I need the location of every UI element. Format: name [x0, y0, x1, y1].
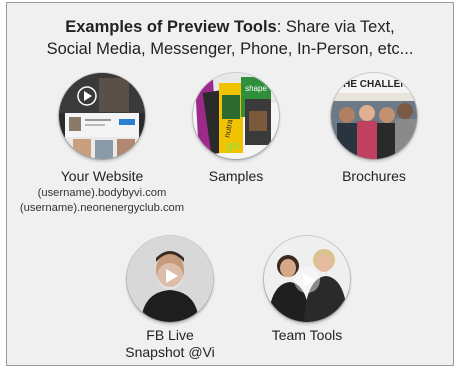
pack-label-3: go — [226, 140, 240, 152]
fb-live-image — [127, 236, 213, 322]
samples-image: nutra shape go — [193, 73, 279, 159]
panel-heading: Examples of Preview Tools: Share via Tex… — [7, 16, 453, 60]
heading-line2: Social Media, Messenger, Phone, In-Perso… — [46, 40, 414, 58]
brochures-thumbnail[interactable]: THE CHALLEN — [331, 73, 417, 159]
website-thumbnail[interactable] — [59, 73, 145, 159]
pack-label-1: shape — [245, 84, 267, 93]
website-url-2: (username).neonenergyclub.com — [19, 202, 185, 214]
fb-live-label-line2: Snapshot @Vi — [125, 344, 215, 360]
brochure-banner: THE CHALLEN — [337, 79, 408, 90]
preview-tools-panel: Examples of Preview Tools: Share via Tex… — [6, 2, 454, 366]
team-tools-label: Team Tools — [271, 327, 343, 343]
fb-live-thumbnail[interactable] — [127, 236, 213, 322]
website-url-1: (username).bodybyvi.com — [37, 187, 167, 199]
fb-live-label-line1: FB Live — [146, 327, 194, 343]
team-tools-thumbnail[interactable] — [264, 236, 350, 322]
brochures-label: Brochures — [342, 168, 406, 184]
heading-bold: Examples of Preview Tools — [65, 18, 277, 36]
team-tools-image — [264, 236, 350, 322]
fb-live-label: FB Live Snapshot @Vi — [109, 327, 231, 361]
website-label: Your Website — [60, 168, 144, 184]
samples-thumbnail[interactable]: nutra shape go — [193, 73, 279, 159]
brochures-image: THE CHALLEN — [331, 73, 417, 159]
heading-rest: : Share via Text, — [276, 18, 395, 36]
samples-label: Samples — [208, 168, 264, 184]
website-image — [59, 73, 145, 159]
